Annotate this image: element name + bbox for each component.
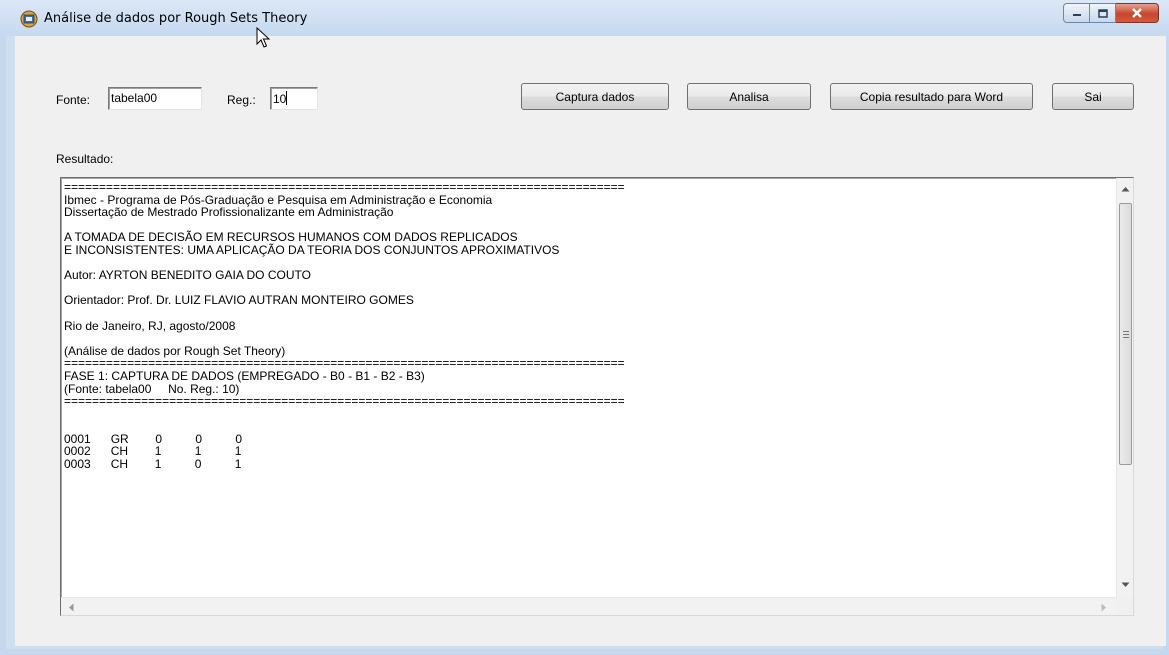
- fonte-label: Fonte:: [56, 93, 91, 107]
- minimize-icon: [1072, 14, 1081, 16]
- captura-dados-label: Captura dados: [555, 89, 635, 104]
- resultado-textarea[interactable]: ========================================…: [60, 177, 1134, 616]
- fonte-input-value: tabela00: [111, 91, 158, 105]
- result-line: ========================================…: [64, 394, 625, 409]
- resultado-text: ========================================…: [64, 181, 1109, 595]
- minimize-button[interactable]: [1063, 3, 1090, 23]
- vertical-scroll-thumb[interactable]: [1119, 203, 1132, 465]
- client-area: Fonte: tabela00 Reg.: 10 Captura dados A…: [15, 36, 1166, 646]
- captura-dados-button[interactable]: Captura dados: [521, 83, 669, 110]
- result-line: [64, 307, 1109, 320]
- window-title: Análise de dados por Rough Sets Theory: [44, 11, 308, 26]
- close-icon: [1132, 8, 1142, 18]
- copia-resultado-button[interactable]: Copia resultado para Word: [830, 83, 1033, 110]
- result-line: [64, 408, 1109, 421]
- title-bar[interactable]: Análise de dados por Rough Sets Theory: [0, 0, 1169, 36]
- result-line: E INCONSISTENTES: UMA APLICAÇÃO DA TEORI…: [64, 242, 560, 257]
- maximize-icon: [1097, 8, 1108, 18]
- result-line: ========================================…: [64, 181, 625, 194]
- text-caret: [286, 91, 288, 105]
- mouse-cursor-icon: [256, 27, 270, 48]
- result-line: FASE 1: CAPTURA DE DADOS (EMPREGADO - B0…: [64, 368, 425, 383]
- reg-input[interactable]: 10: [270, 87, 318, 110]
- application-window: Análise de dados por Rough Sets Theory F…: [0, 0, 1169, 655]
- analisa-label: Analisa: [729, 89, 769, 104]
- analisa-button[interactable]: Analisa: [687, 83, 811, 110]
- vertical-scrollbar[interactable]: [1116, 178, 1133, 597]
- result-line: Autor: AYRTON BENEDITO GAIA DO COUTO: [64, 268, 311, 283]
- reg-label: Reg.:: [227, 93, 256, 107]
- result-line: Dissertação de Mestrado Profissionalizan…: [64, 205, 394, 220]
- sai-button[interactable]: Sai: [1052, 83, 1134, 110]
- result-line: 0003 CH 1 0 1: [64, 457, 242, 472]
- result-line: [64, 332, 1109, 345]
- scrollbar-corner: [1116, 597, 1133, 615]
- scroll-down-icon[interactable]: [1121, 582, 1130, 588]
- resultado-label: Resultado:: [56, 152, 114, 166]
- result-line: Orientador: Prof. Dr. LUIZ FLAVIO AUTRAN…: [64, 293, 414, 308]
- result-line: Rio de Janeiro, RJ, agosto/2008: [64, 318, 236, 333]
- result-line: [64, 420, 1109, 433]
- close-button[interactable]: [1116, 3, 1159, 23]
- maximize-button[interactable]: [1090, 3, 1116, 23]
- reg-input-value: 10: [273, 92, 287, 106]
- fonte-input[interactable]: tabela00: [108, 87, 202, 110]
- scroll-left-icon[interactable]: [68, 603, 74, 612]
- app-icon: [20, 10, 38, 28]
- copia-resultado-label: Copia resultado para Word: [859, 89, 1004, 104]
- scroll-up-icon[interactable]: [1121, 186, 1130, 192]
- sai-label: Sai: [1084, 89, 1102, 104]
- window-controls: [1063, 3, 1159, 23]
- scroll-right-icon[interactable]: [1101, 603, 1107, 612]
- horizontal-scrollbar[interactable]: [61, 597, 1116, 615]
